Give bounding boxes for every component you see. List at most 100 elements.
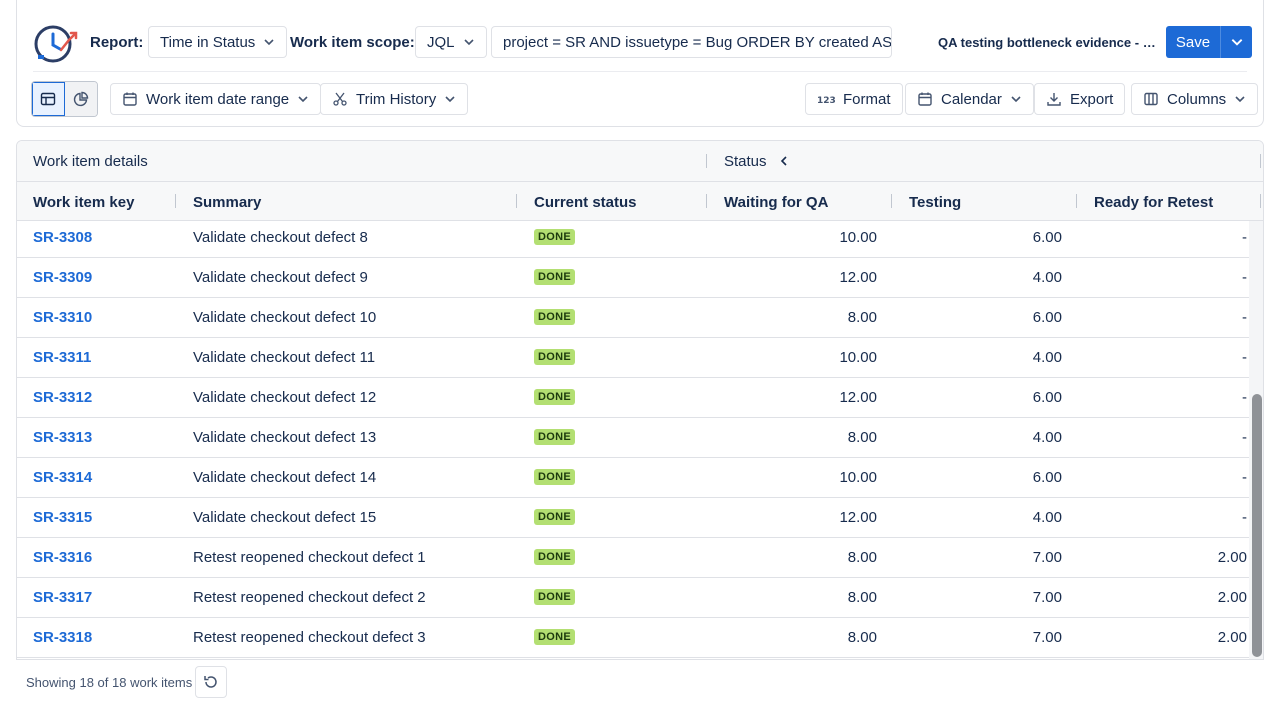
work-item-key-link[interactable]: SR-3310 — [33, 309, 92, 326]
columns-icon — [1144, 92, 1158, 106]
column-header-waiting-for-qa[interactable]: Waiting for QA — [724, 194, 828, 211]
work-item-summary: Validate checkout defect 9 — [193, 269, 368, 286]
column-header-summary[interactable]: Summary — [193, 194, 261, 211]
calendar-button[interactable]: Calendar — [905, 83, 1034, 115]
table-row[interactable]: SR-3316 Retest reopened checkout defect 1… — [17, 538, 1249, 578]
testing-value: 4.00 — [1032, 429, 1062, 446]
number-format-icon: 123 — [817, 96, 835, 105]
work-item-key-link[interactable]: SR-3316 — [33, 549, 92, 566]
table-row[interactable]: SR-3314 Validate checkout defect 14 DONE 10… — [17, 458, 1249, 498]
waiting-for-qa-value: 12.00 — [839, 509, 877, 526]
view-toggle — [31, 81, 98, 117]
column-separator[interactable] — [175, 194, 176, 208]
work-item-key-link[interactable]: SR-3314 — [33, 469, 92, 486]
column-header-row: Work item key Summary Current status Wai… — [17, 182, 1263, 221]
waiting-for-qa-value: 8.00 — [847, 629, 877, 646]
testing-value: 6.00 — [1032, 229, 1062, 246]
work-item-summary: Validate checkout defect 12 — [193, 389, 377, 406]
chevron-down-icon — [298, 96, 308, 103]
table-row[interactable]: SR-3312 Validate checkout defect 12 DONE 12… — [17, 378, 1249, 418]
chevron-down-icon — [445, 96, 455, 103]
chart-view-button[interactable] — [65, 82, 97, 116]
table-row[interactable]: SR-3310 Validate checkout defect 10 DONE 8.… — [17, 298, 1249, 338]
column-separator[interactable] — [891, 194, 892, 208]
work-item-summary: Validate checkout defect 8 — [193, 229, 368, 246]
calendar-icon — [918, 92, 932, 106]
column-header-key[interactable]: Work item key — [33, 194, 134, 211]
ready-for-retest-value: - — [1242, 469, 1247, 486]
work-item-key-link[interactable]: SR-3317 — [33, 589, 92, 606]
svg-text:123: 123 — [817, 96, 835, 105]
waiting-for-qa-value: 8.00 — [847, 429, 877, 446]
status-badge: DONE — [534, 309, 575, 325]
columns-button[interactable]: Columns — [1131, 83, 1259, 115]
waiting-for-qa-value: 8.00 — [847, 549, 877, 566]
status-badge: DONE — [534, 429, 575, 445]
ready-for-retest-value: - — [1242, 349, 1247, 366]
work-item-key-link[interactable]: SR-3311 — [33, 349, 91, 366]
chevron-down-icon — [463, 39, 474, 46]
work-item-key-link[interactable]: SR-3313 — [33, 429, 92, 446]
format-button[interactable]: 123 Format — [805, 83, 903, 115]
trim-history-button[interactable]: Trim History — [320, 83, 469, 115]
table-row[interactable]: SR-3315 Validate checkout defect 15 DONE 12… — [17, 498, 1249, 538]
date-range-button[interactable]: Work item date range — [110, 83, 322, 115]
work-item-key-link[interactable]: SR-3312 — [33, 389, 92, 406]
save-button[interactable]: Save — [1166, 26, 1220, 58]
work-item-key-link[interactable]: SR-3309 — [33, 269, 92, 286]
report-label: Report: — [90, 34, 144, 51]
column-header-ready-for-retest[interactable]: Ready for Retest — [1094, 194, 1213, 211]
column-header-testing[interactable]: Testing — [909, 194, 961, 211]
report-type-dropdown[interactable]: Time in Status — [148, 26, 288, 58]
table-row[interactable]: SR-3318 Retest reopened checkout defect 3… — [17, 618, 1249, 658]
status-badge: DONE — [534, 469, 575, 485]
status-badge: DONE — [534, 589, 575, 605]
scope-type-dropdown[interactable]: JQL — [415, 26, 487, 58]
column-separator[interactable] — [706, 194, 707, 208]
table-row[interactable]: SR-3309 Validate checkout defect 9 DONE 12.… — [17, 258, 1249, 298]
work-item-key-link[interactable]: SR-3318 — [33, 629, 92, 646]
save-options-button[interactable] — [1220, 26, 1252, 58]
ready-for-retest-value: - — [1242, 229, 1247, 246]
group-work-item-details: Work item details — [33, 153, 148, 170]
status-badge: DONE — [534, 269, 575, 285]
report-header-row: Report: Time in Status Work item scope: … — [17, 0, 1263, 72]
table-row[interactable]: SR-3317 Retest reopened checkout defect 2… — [17, 578, 1249, 618]
export-button[interactable]: Export — [1034, 83, 1126, 115]
vertical-scrollbar-thumb[interactable] — [1252, 394, 1262, 657]
waiting-for-qa-value: 10.00 — [839, 229, 877, 246]
work-item-key-link[interactable]: SR-3315 — [33, 509, 92, 526]
work-item-summary: Validate checkout defect 13 — [193, 429, 377, 446]
ready-for-retest-value: - — [1242, 309, 1247, 326]
work-item-key-link[interactable]: SR-3308 — [33, 229, 92, 246]
table-row[interactable]: SR-3308 Validate checkout defect 8 DONE 10.… — [17, 221, 1249, 258]
table-view-button[interactable] — [32, 82, 65, 116]
column-header-current-status[interactable]: Current status — [534, 194, 637, 211]
testing-value: 7.00 — [1032, 629, 1062, 646]
jql-query-input[interactable]: project = SR AND issuetype = Bug ORDER B… — [491, 26, 892, 58]
group-status: Status — [724, 153, 767, 170]
chevron-down-icon — [1235, 96, 1245, 103]
column-separator[interactable] — [1076, 194, 1077, 208]
work-item-summary: Validate checkout defect 11 — [193, 349, 376, 366]
refresh-button[interactable] — [195, 666, 227, 698]
table-row[interactable]: SR-3311 Validate checkout defect 11 DONE 10… — [17, 338, 1249, 378]
pie-chart-icon — [73, 91, 89, 107]
report-type-value: Time in Status — [160, 33, 256, 51]
testing-value: 6.00 — [1032, 309, 1062, 326]
table-body: SR-3308 Validate checkout defect 8 DONE 10.… — [17, 221, 1249, 659]
status-badge: DONE — [534, 509, 575, 525]
export-label: Export — [1070, 90, 1114, 108]
chevron-down-icon — [1231, 39, 1242, 46]
column-separator[interactable] — [516, 194, 517, 208]
waiting-for-qa-value: 10.00 — [839, 349, 877, 366]
testing-value: 6.00 — [1032, 469, 1062, 486]
testing-value: 4.00 — [1032, 269, 1062, 286]
time-in-status-logo-icon — [34, 25, 78, 63]
ready-for-retest-value: 2.00 — [1217, 549, 1247, 566]
calendar-label: Calendar — [941, 90, 1002, 108]
table-row[interactable]: SR-3313 Validate checkout defect 13 DONE 8.… — [17, 418, 1249, 458]
column-separator[interactable] — [1260, 194, 1261, 208]
column-group-header: Work item details Status — [17, 141, 1263, 182]
chevron-left-icon[interactable] — [778, 155, 790, 167]
